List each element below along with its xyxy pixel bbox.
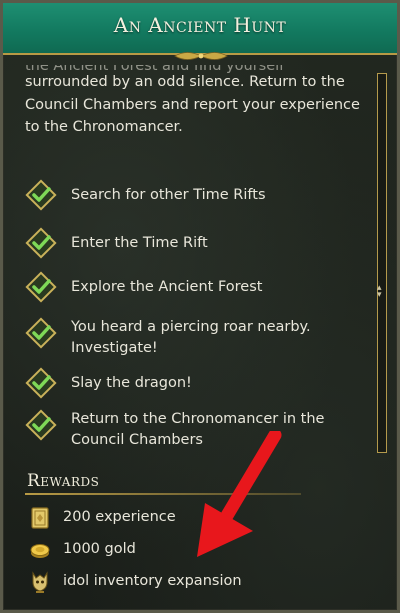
reward-label: idol inventory expansion [63, 573, 242, 589]
rewards-heading: Rewards [27, 471, 100, 491]
scrollbar-grip-icon[interactable]: ▴ ▾ [377, 284, 382, 300]
checkmark-icon [25, 227, 57, 259]
objective-text: You heard a piercing roar nearby. Invest… [71, 317, 361, 359]
description-line: surrounded by an odd silence. Return to … [25, 74, 345, 90]
objective-line: Investigate! [71, 340, 158, 356]
quest-panel: An Ancient Hunt the Ancient Forest and f… [0, 0, 400, 613]
quest-title: An Ancient Hunt [113, 13, 287, 37]
checkmark-icon [25, 367, 57, 399]
gold-coin-icon [30, 544, 50, 558]
experience-tome-icon [31, 507, 49, 529]
description-line: to the Chronomancer. [25, 119, 183, 135]
objective-text: Explore the Ancient Forest [71, 279, 263, 295]
quest-description: surrounded by an odd silence. Return to … [25, 71, 365, 139]
objective-line: Return to the Chronomancer in the [71, 411, 325, 427]
objective-text: Enter the Time Rift [71, 235, 208, 251]
checkmark-icon [25, 179, 57, 211]
objective-text: Slay the dragon! [71, 375, 192, 391]
checkmark-icon [25, 317, 57, 349]
red-arrow-annotation [197, 431, 282, 557]
scrollbar-track[interactable] [377, 73, 387, 453]
checkmark-icon [25, 271, 57, 303]
quest-scroll-area[interactable]: the Ancient Forest and find yourself sur… [3, 65, 397, 455]
description-line: Council Chambers and report your experie… [25, 96, 360, 113]
objective-text: Search for other Time Rifts [71, 187, 266, 203]
quest-scrollbar[interactable]: ▴ ▾ [373, 73, 391, 455]
objective-line: You heard a piercing roar nearby. [71, 319, 311, 335]
reward-label: 200 experience [63, 509, 176, 525]
header-ornament-icon [174, 52, 228, 60]
quest-header: An Ancient Hunt [3, 3, 397, 55]
checkmark-icon [25, 409, 57, 441]
reward-label: 1000 gold [63, 541, 136, 557]
idol-icon [32, 571, 48, 593]
